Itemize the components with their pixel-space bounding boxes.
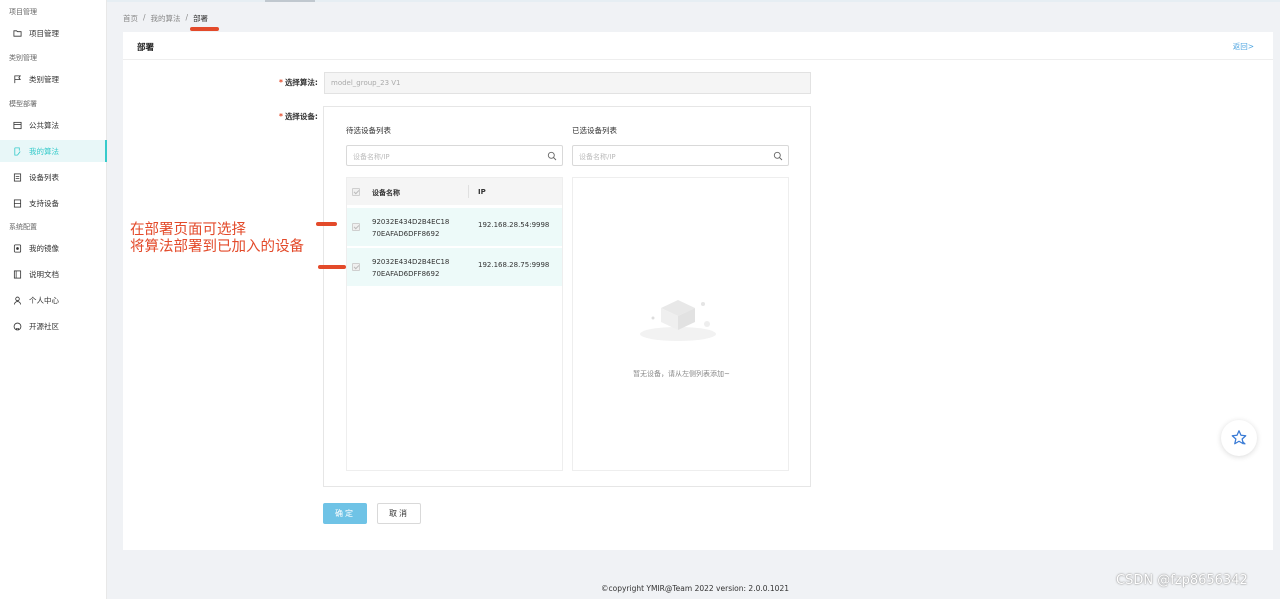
storefront-icon — [13, 121, 22, 130]
sidebar-item-my-images[interactable]: 我的镜像 — [0, 237, 107, 259]
breadcrumb-current: 部署 — [193, 14, 209, 23]
sidebar-item-profile[interactable]: 个人中心 — [0, 289, 107, 311]
sidebar-item-label: 我的镜像 — [29, 243, 59, 253]
sidebar-item-label: 开源社区 — [29, 321, 59, 331]
sidebar-group-system: 系统配置 — [9, 223, 37, 231]
pending-list-title: 待选设备列表 — [346, 126, 391, 135]
sidebar-item-open-source[interactable]: 开源社区 — [0, 315, 107, 337]
device-name: 92032E434D2B4EC18 70EAFAD6DFF8692 — [372, 218, 450, 238]
github-icon — [13, 322, 22, 331]
row-checkbox[interactable] — [352, 223, 360, 231]
deploy-card: 部署 返回> * 选择算法: model_group_23 V1 * 选择设备: 待… — [123, 32, 1273, 550]
column-header-ip: IP — [478, 188, 486, 196]
sidebar-group-project: 项目管理 — [9, 8, 37, 16]
cancel-button[interactable]: 取消 — [377, 503, 421, 524]
sidebar-item-label: 类别管理 — [29, 74, 59, 84]
sidebar-item-docs[interactable]: 说明文档 — [0, 263, 107, 285]
sidebar-item-supported-devices[interactable]: 支持设备 — [0, 192, 107, 214]
flag-icon — [13, 74, 22, 84]
required-mark: * — [279, 78, 283, 87]
device-transfer: 待选设备列表 已选设备列表 设备名称/IP 设备名称/IP 设备名称 IP 92… — [323, 106, 811, 487]
device-label: * 选择设备: — [279, 112, 318, 121]
table-row[interactable]: 92032E434D2B4EC18 70EAFAD6DFF8692 192.168… — [347, 208, 562, 246]
annotation-text: 在部署页面可选择 将算法部署到已加入的设备 — [130, 222, 304, 256]
model-select[interactable]: model_group_23 V1 — [324, 72, 811, 94]
confirm-button[interactable]: 确定 — [323, 503, 367, 524]
search-icon[interactable] — [547, 151, 557, 161]
sidebar-item-label: 说明文档 — [29, 269, 59, 279]
device-ip: 192.168.28.54:9998 — [478, 221, 550, 229]
required-mark: * — [279, 112, 283, 121]
pending-search-input[interactable]: 设备名称/IP — [346, 145, 563, 166]
book-icon — [13, 269, 22, 279]
sidebar: 项目管理 项目管理 类别管理 类别管理 模型部署 公共算法 我的算法 设备列表 … — [0, 0, 107, 599]
folder-icon — [13, 29, 22, 38]
user-icon — [13, 296, 22, 305]
card-header: 部署 返回> — [123, 32, 1273, 60]
sidebar-item-label: 支持设备 — [29, 198, 59, 208]
annotation-line: 在部署页面可选择 — [130, 222, 246, 238]
sidebar-item-category-manage[interactable]: 类别管理 — [0, 68, 107, 90]
selected-list-title: 已选设备列表 — [572, 126, 617, 135]
back-link[interactable]: 返回> — [1233, 41, 1254, 52]
table-row[interactable]: 92032E434D2B4EC18 70EAFAD6DFF8692 192.168… — [347, 248, 562, 286]
empty-box-illustration — [640, 300, 716, 341]
search-placeholder: 设备名称/IP — [353, 153, 390, 161]
breadcrumb: 首页 / 我的算法 / 部署 — [123, 13, 208, 24]
sidebar-group-deploy: 模型部署 — [9, 100, 37, 108]
sidebar-group-category: 类别管理 — [9, 54, 37, 62]
breadcrumb-my-algorithms[interactable]: 我的算法 — [151, 13, 181, 24]
sidebar-item-label: 我的算法 — [29, 146, 59, 156]
select-all-checkbox[interactable] — [352, 188, 360, 196]
table-header: 设备名称 IP — [347, 178, 562, 205]
sidebar-item-my-algorithms[interactable]: 我的算法 — [0, 140, 107, 162]
footer-copyright: ©copyright YMIR@Team 2022 version: 2.0.0… — [600, 584, 789, 593]
search-icon[interactable] — [773, 151, 783, 161]
column-header-name: 设备名称 — [372, 189, 400, 197]
breadcrumb-separator: / — [185, 13, 189, 22]
search-placeholder: 设备名称/IP — [579, 153, 616, 161]
annotation-line: 将算法部署到已加入的设备 — [130, 239, 304, 255]
sparkle-star-icon — [1231, 430, 1247, 445]
top-progress-line — [0, 0, 1280, 2]
sidebar-item-device-list[interactable]: 设备列表 — [0, 166, 107, 188]
device-name: 92032E434D2B4EC18 70EAFAD6DFF8692 — [372, 258, 450, 278]
page-title: 部署 — [137, 43, 155, 53]
assistant-float-button[interactable] — [1221, 420, 1257, 456]
selected-device-list: 暂无设备，请从左侧列表添加~ — [572, 177, 789, 471]
pending-device-table: 设备名称 IP 92032E434D2B4EC18 70EAFAD6DFF8692… — [346, 177, 563, 471]
sidebar-item-label: 设备列表 — [29, 172, 59, 182]
breadcrumb-home[interactable]: 首页 — [123, 13, 138, 24]
annotation-mark-row1 — [316, 222, 337, 226]
annotation-mark-row2 — [318, 265, 346, 269]
sidebar-item-public-algorithms[interactable]: 公共算法 — [0, 114, 107, 136]
sidebar-item-project-manage[interactable]: 项目管理 — [0, 22, 107, 44]
empty-state-text: 暂无设备，请从左侧列表添加~ — [633, 370, 730, 378]
device-ip: 192.168.28.75:9998 — [478, 261, 550, 269]
grid-box-icon — [13, 198, 22, 208]
selected-search-input[interactable]: 设备名称/IP — [572, 145, 789, 166]
disc-icon — [13, 243, 22, 253]
sidebar-item-label: 项目管理 — [29, 28, 59, 38]
breadcrumb-separator: / — [143, 13, 146, 22]
document-edit-icon — [13, 146, 22, 156]
model-label: * 选择算法: — [279, 78, 318, 87]
sidebar-item-label: 个人中心 — [29, 295, 59, 305]
row-checkbox[interactable] — [352, 263, 360, 271]
sidebar-item-label: 公共算法 — [29, 120, 59, 130]
watermark: CSDN @fzp8656342 — [1116, 573, 1248, 588]
list-box-icon — [13, 172, 22, 182]
annotation-underline-breadcrumb — [190, 27, 219, 31]
